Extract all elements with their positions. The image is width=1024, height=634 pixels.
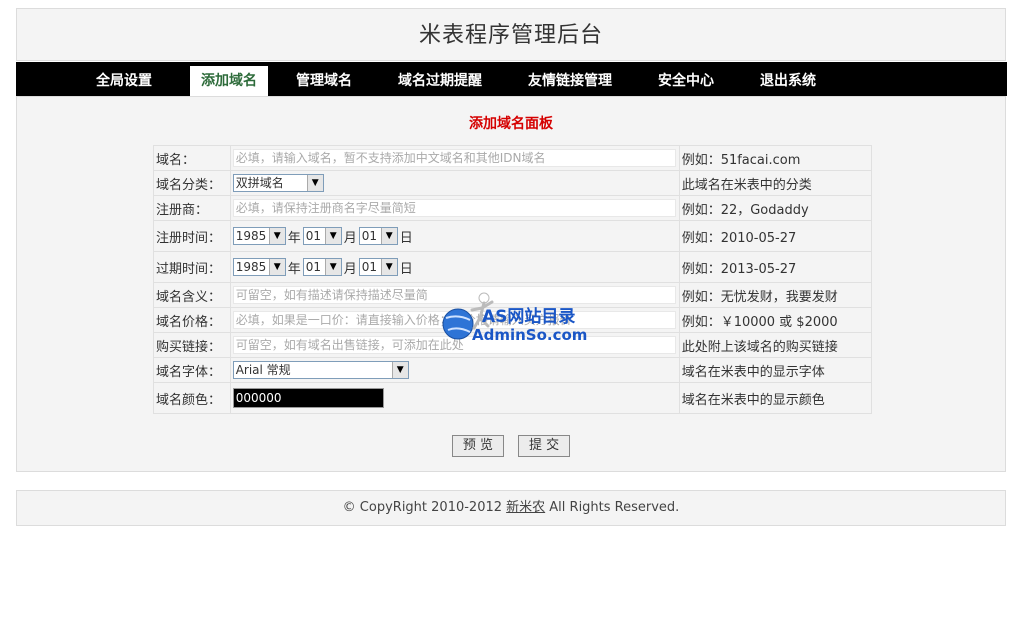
month-unit: 月 <box>343 230 357 246</box>
category-select-value: 双拼域名 <box>235 176 284 190</box>
nav-item-security[interactable]: 安全中心 <box>650 66 722 96</box>
exp-date-hint: 例如：2013-05-27 <box>678 251 873 283</box>
nav-item-friend-links[interactable]: 友情链接管理 <box>520 66 620 96</box>
color-label: 域名颜色： <box>153 382 231 414</box>
reg-date-label: 注册时间： <box>153 220 231 252</box>
domain-hint: 例如：51facai.com <box>678 145 873 171</box>
font-select[interactable]: Arial 常规 ▼ <box>232 361 409 379</box>
chevron-down-icon: ▼ <box>268 228 285 244</box>
chevron-down-icon: ▼ <box>380 259 397 275</box>
exp-year-select[interactable]: 1985 ▼ <box>232 258 286 276</box>
nav-item-manage-domains[interactable]: 管理域名 <box>288 66 360 96</box>
reg-day-value: 01 <box>361 229 378 243</box>
meaning-hint: 例如：无忧发财，我要发财 <box>678 282 873 308</box>
chevron-down-icon: ▼ <box>306 175 323 191</box>
color-input[interactable]: 000000 <box>232 388 384 408</box>
page-title: 米表程序管理后台 <box>418 23 603 48</box>
reg-month-select[interactable]: 01 ▼ <box>302 227 342 245</box>
main-panel: 添加域名面板 域名： 必填，请输入域名，暂不支持添加中文域名和其他IDN域名 例… <box>16 96 1006 472</box>
year-unit: 年 <box>287 261 301 277</box>
preview-button[interactable]: 预 览 <box>451 435 504 457</box>
nav-item-add-domain[interactable]: 添加域名 <box>190 66 268 96</box>
year-unit: 年 <box>287 230 301 246</box>
form-buttons: 预 览 提 交 <box>17 435 1005 457</box>
chevron-down-icon: ▼ <box>380 228 397 244</box>
watermark-text-en: AdminSo.com <box>472 326 588 344</box>
panel-title: 添加域名面板 <box>469 116 553 132</box>
font-label: 域名字体： <box>153 357 231 383</box>
chevron-down-icon: ▼ <box>324 228 341 244</box>
day-unit: 日 <box>399 230 413 246</box>
reg-date-hint: 例如：2010-05-27 <box>678 220 873 252</box>
registrar-input[interactable]: 必填，请保持注册商名字尽量简短 <box>232 199 676 217</box>
nav-item-expiry-reminder[interactable]: 域名过期提醒 <box>390 66 490 96</box>
meaning-label: 域名含义： <box>153 282 231 308</box>
chevron-down-icon: ▼ <box>268 259 285 275</box>
footer-rights: All Rights Reserved. <box>545 500 680 515</box>
add-domain-form: 域名： 必填，请输入域名，暂不支持添加中文域名和其他IDN域名 例如：51fac… <box>153 145 873 414</box>
exp-month-value: 01 <box>305 260 321 274</box>
registrar-label: 注册商： <box>153 195 231 221</box>
reg-month-value: 01 <box>305 229 321 243</box>
font-select-value: Arial 常规 <box>235 363 291 377</box>
price-hint: 例如：￥10000 或 $2000 <box>678 307 873 333</box>
category-select[interactable]: 双拼域名 ▼ <box>232 174 324 192</box>
chevron-down-icon: ▼ <box>324 259 341 275</box>
header: 米表程序管理后台 <box>16 8 1006 61</box>
font-hint: 域名在米表中的显示字体 <box>678 357 873 383</box>
watermark-text-cn: AS网站目录 <box>482 307 576 327</box>
month-unit: 月 <box>343 261 357 277</box>
nav-item-global-settings[interactable]: 全局设置 <box>88 66 160 96</box>
footer-copyright: © CopyRight 2010-2012 <box>342 500 507 515</box>
exp-date-label: 过期时间： <box>153 251 231 283</box>
exp-day-select[interactable]: 01 ▼ <box>358 258 398 276</box>
category-label: 域名分类： <box>153 170 231 196</box>
main-nav: 全局设置 添加域名 管理域名 域名过期提醒 友情链接管理 安全中心 退出系统 <box>16 62 1007 96</box>
reg-year-value: 1985 <box>235 229 267 243</box>
submit-button[interactable]: 提 交 <box>518 435 571 457</box>
footer-author-link[interactable]: 新米农 <box>506 500 545 515</box>
color-hint: 域名在米表中的显示颜色 <box>678 382 873 414</box>
nav-item-logout[interactable]: 退出系统 <box>752 66 824 96</box>
exp-year-value: 1985 <box>235 260 267 274</box>
buy-link-label: 购买链接： <box>153 332 231 358</box>
chevron-down-icon: ▼ <box>391 362 408 378</box>
category-hint: 此域名在米表中的分类 <box>678 170 873 196</box>
registrar-hint: 例如：22，Godaddy <box>678 195 873 221</box>
reg-year-select[interactable]: 1985 ▼ <box>232 227 286 245</box>
watermark-logo: AS网站目录 AdminSo.com <box>438 288 590 348</box>
exp-day-value: 01 <box>361 260 378 274</box>
domain-label: 域名： <box>153 145 231 171</box>
day-unit: 日 <box>399 261 413 277</box>
domain-input[interactable]: 必填，请输入域名，暂不支持添加中文域名和其他IDN域名 <box>232 149 676 167</box>
reg-day-select[interactable]: 01 ▼ <box>358 227 398 245</box>
buy-link-hint: 此处附上该域名的购买链接 <box>678 332 873 358</box>
price-label: 域名价格： <box>153 307 231 333</box>
footer: © CopyRight 2010-2012 新米农 All Rights Res… <box>16 490 1006 526</box>
exp-month-select[interactable]: 01 ▼ <box>302 258 342 276</box>
